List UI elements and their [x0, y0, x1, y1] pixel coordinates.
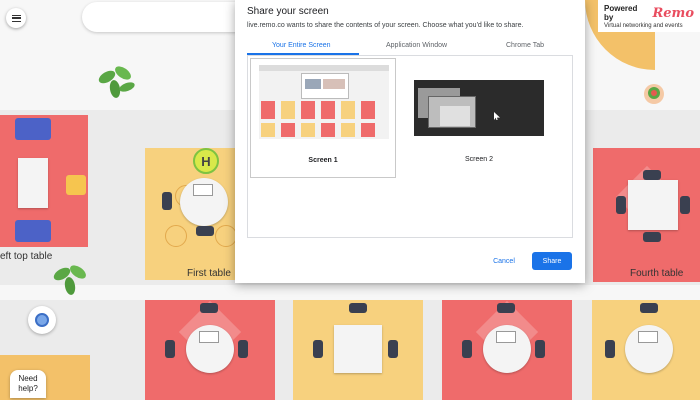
table	[18, 158, 48, 208]
chair	[196, 226, 214, 236]
screen-2-thumbnail	[414, 80, 544, 136]
chair	[162, 192, 172, 210]
tab-chrome-tab[interactable]: Chrome Tab	[506, 42, 544, 49]
tab-entire-screen[interactable]: Your Entire Screen	[272, 42, 331, 49]
table-label-fourth: Fourth table	[630, 268, 684, 279]
chair	[640, 303, 658, 313]
dialog-title: Share your screen	[247, 6, 329, 17]
plant-icon	[53, 265, 86, 295]
remo-logo: Remo	[652, 5, 694, 21]
chair	[680, 196, 690, 214]
table-label-left-top: eft top table	[0, 251, 53, 262]
chair	[462, 340, 472, 358]
help-text-line1: Need	[18, 374, 38, 383]
powered-by-text: Powered by	[604, 4, 638, 22]
user-avatar[interactable]: H	[193, 148, 219, 174]
dialog-description: live.remo.co wants to share the contents…	[247, 22, 524, 29]
table	[334, 325, 382, 373]
help-button[interactable]: Need help?	[10, 370, 46, 398]
chair	[535, 340, 545, 358]
chair	[643, 232, 661, 242]
screen-2-label: Screen 2	[464, 156, 494, 163]
globe-icon[interactable]	[28, 306, 56, 334]
share-screen-dialog: Share your screen live.remo.co wants to …	[235, 0, 585, 283]
chair	[616, 196, 626, 214]
table	[483, 325, 531, 373]
seat-marker	[215, 225, 237, 247]
menu-button[interactable]	[6, 8, 26, 28]
hamburger-icon	[11, 14, 21, 22]
cancel-button[interactable]: Cancel	[485, 252, 523, 270]
plant-icon	[98, 66, 135, 98]
floor-walkway	[0, 285, 700, 300]
screen-1-thumbnail	[259, 65, 389, 139]
chair	[605, 340, 615, 358]
table	[628, 180, 678, 230]
chair	[200, 303, 218, 313]
table	[180, 178, 228, 226]
chair	[15, 118, 51, 140]
share-button[interactable]: Share	[532, 252, 572, 270]
chair	[238, 340, 248, 358]
table	[625, 325, 673, 373]
tab-application-window[interactable]: Application Window	[386, 42, 447, 49]
table-label-first: First table	[187, 268, 231, 279]
chair	[497, 303, 515, 313]
chair	[388, 340, 398, 358]
help-text-line2: help?	[18, 384, 38, 393]
brand-tagline: Virtual networking and events	[604, 23, 683, 29]
table	[186, 325, 234, 373]
screen-options-panel: Screen 1 Screen 2	[247, 56, 573, 238]
seat-marker	[165, 225, 187, 247]
chair	[349, 303, 367, 313]
screen-option-2[interactable]: Screen 2	[406, 58, 552, 178]
sticky-note	[66, 175, 86, 195]
chair	[165, 340, 175, 358]
chair	[15, 220, 51, 242]
chair	[313, 340, 323, 358]
screen-option-1[interactable]: Screen 1	[250, 58, 396, 178]
chair	[643, 170, 661, 180]
screen-1-label: Screen 1	[308, 157, 338, 164]
potted-plant-icon	[644, 84, 664, 104]
brand-badge: Powered by Remo Virtual networking and e…	[598, 0, 700, 32]
